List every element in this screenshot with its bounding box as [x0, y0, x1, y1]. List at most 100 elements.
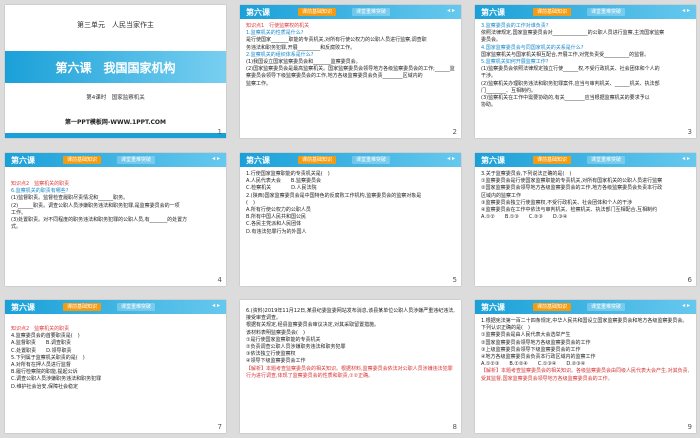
text-line: (3)处置职责。对不同程度的职务违法和职务犯罪的公职人员,有_______的处置…	[11, 217, 188, 224]
text-line: ④地方各级监察委员会负责本行政区域内的监察工作	[481, 354, 596, 361]
tab-in-class: 课堂重难突破	[352, 8, 391, 16]
tab-in-class: 课堂重难突破	[587, 8, 626, 16]
text-line: 区域内的监察工作	[481, 192, 522, 199]
text-line: (2)______职责。调查公职人员涉嫌职务违法和职务犯罪,是监察委员会的一项	[11, 202, 180, 209]
header-title: 第六课	[246, 156, 270, 165]
header-title: 第六课	[11, 303, 35, 312]
text-line: ②国家监察委员会领导地方各级监察委员会的工作	[481, 339, 591, 346]
slide-thumbnail-1[interactable]: 第三单元 人民当家作主 第六课 我国国家机构 第4课时 国家监察机关 第一PPT…	[5, 5, 226, 138]
nav-arrows-icon: ◂ ▸	[447, 7, 455, 14]
text-line: 察委员会领导下级监察委员会的工作,地方各级监察委员会负责________区域内的	[246, 73, 423, 80]
slide-thumbnail-4[interactable]: 第六课 课前基础知识 课堂重难突破 ◂ ▸ 知识点2 监察机关的职责 6.监察机…	[5, 153, 226, 286]
slide-number: 3	[687, 128, 692, 136]
tab-pre-class: 课前基础知识	[298, 8, 337, 16]
tab-pre-class: 课前基础知识	[533, 156, 572, 164]
slide-text: 3.关于监察委员会,下列说法正确的是( ) ①监察委员会是行使国家监察职能的专责…	[481, 171, 690, 221]
bottom-accent	[5, 133, 226, 138]
text-line: ( )	[246, 199, 255, 206]
text-line: 根据有关规定,经县监察委员会审议决定,对其采取留置措施。	[246, 322, 380, 329]
slide-number: 9	[687, 423, 692, 431]
text-line: A.①② B.①③ C.②③ D.③④	[481, 214, 568, 221]
slide-number: 4	[217, 276, 222, 284]
nav-arrows-icon: ◂ ▸	[212, 155, 220, 162]
slide-text: 3.监察委员会的工作对谁负责? 依照法律规定,国家监察委员会对_________…	[481, 23, 690, 109]
text-line: 式。	[11, 224, 22, 231]
slide-text: 1.根据宪法第一百二十四条规定,中华人民共和国设立国家监察委员会和地方各级监察委…	[481, 318, 690, 383]
tab-in-class: 课堂重难突破	[587, 303, 626, 311]
slide-thumbnail-3[interactable]: 第六课 课前基础知识 课堂重难突破 ◂ ▸ 3.监察委员会的工作对谁负责? 依照…	[475, 5, 696, 138]
lesson-subtitle: 第4课时 国家监察机关	[86, 95, 145, 101]
text-line: 5.下列属于监察机关职责的是( )	[11, 354, 85, 361]
slide-header: 第六课 课前基础知识 课堂重难突破 ◂ ▸	[240, 153, 461, 167]
slide-thumbnail-9[interactable]: 第六课 课前基础知识 课堂重难突破 ◂ ▸ 1.根据宪法第一百二十四条规定,中华…	[475, 300, 696, 433]
text-line: ①是行使国家监察职能的专责机关	[246, 336, 321, 343]
slide-number: 8	[452, 423, 457, 431]
header-title: 第六课	[481, 303, 505, 312]
text-line: ④领导下级监察委员会工作	[246, 358, 306, 365]
text-line: 依照法律规定,国家监察委员会对______________的公职人员进行监察,主…	[481, 30, 665, 37]
text-line: 是行使国家_______职能的专责机关,对所有行使公权力的公职人员进行监察,调查…	[246, 37, 427, 44]
lesson-title: 第六课 我国国家机构	[55, 61, 176, 75]
text-line: 委员会。	[481, 37, 502, 44]
text-line: (3)监察机关在工作中需要协助的,有关________应当根据监察机关的要求予以	[481, 95, 650, 102]
header-title: 第六课	[481, 8, 505, 17]
text-line: 1.根据宪法第一百二十四条规定,中华人民共和国设立国家监察委员会和地方各级监察委…	[481, 318, 688, 332]
slide-header: 第六课 课前基础知识 课堂重难突破 ◂ ▸	[475, 153, 696, 167]
text-line: C.调查公职人员涉嫌职务违法和职务犯罪	[11, 376, 102, 383]
slide-thumbnail-5[interactable]: 第六课 课前基础知识 课堂重难突破 ◂ ▸ 1.行使国家监察职能的专责机关是( …	[240, 153, 461, 286]
slide-text: 知识点2 监察机关的职责 6.监察机关的职责有哪些? (1)监督职责。监督检查履…	[11, 181, 220, 231]
unit-title: 第三单元 人民当家作主	[77, 21, 154, 29]
slide-thumbnail-7[interactable]: 第六课 课前基础知识 课堂重难突破 ◂ ▸ 知识点2 监察机关的职责 4.监察委…	[5, 300, 226, 433]
slide-number: 7	[217, 423, 222, 431]
analysis-line: 【解析】本题考查监察委员会的相关知识。各级监察委员会由同级人民代表大会产生,对其…	[481, 368, 690, 382]
text-line: 协助。	[481, 102, 497, 109]
site-credit: 第一PPT模板网-WWW.1PPT.COM	[65, 119, 166, 126]
tab-in-class: 课堂重难突破	[117, 303, 156, 311]
text-line: 务违法和职务犯罪,开展_________和反腐败工作。	[246, 44, 356, 51]
header-title: 第六课	[246, 8, 270, 17]
nav-arrows-icon: ◂ ▸	[212, 302, 220, 309]
text-line: ③上级监察委员会领导下级监察委员会的工作	[481, 346, 581, 353]
header-title: 第六课	[11, 156, 35, 165]
slide-header: 第六课 课前基础知识 课堂重难突破 ◂ ▸	[475, 5, 696, 19]
text-line: D.维护社会治安,保障社会稳定	[11, 383, 79, 390]
slide-text: 1.行使国家监察职能的专责机关是( ) A.人民代表大会 B.监察委员会 C.检…	[246, 171, 455, 236]
text-line: 2.(陕西)国家监察委员会是中国特色的反腐败工作机构,监察委员会的监察对象是	[246, 192, 422, 199]
slide-text: 知识点1 行使监察权的机关 1.监察机关的性质是什么? 是行使国家_______…	[246, 23, 455, 88]
tab-pre-class: 课前基础知识	[63, 303, 102, 311]
nav-arrows-icon: ◂ ▸	[682, 155, 690, 162]
text-line: (2)监察机关办理职务违法和职务犯罪案件,应当与审判机关、______机关、执法…	[481, 80, 660, 87]
text-line: (1)监察委员会依照法律规定独立行使______权,不受行政机关、社会团体和个人…	[481, 66, 660, 73]
text-line: 国家监察机关与国家机关相互配合,开展工作,对党负责受__________的监督。	[481, 51, 650, 58]
text-line: 工作。	[11, 209, 27, 216]
text-line: ③监察委员会独立行使监察权,不受行政机关、社会团体和个人的干涉	[481, 199, 633, 206]
title-band: 第六课 我国国家机构	[5, 51, 226, 83]
nav-arrows-icon: ◂ ▸	[682, 7, 690, 14]
tab-pre-class: 课前基础知识	[63, 156, 102, 164]
tab-in-class: 课堂重难突破	[117, 156, 156, 164]
text-line: 监察工作。	[246, 80, 272, 87]
question-line: 4.国家监察委员会与同国家机关的关系是什么?	[481, 44, 584, 51]
nav-arrows-icon: ◂ ▸	[447, 155, 455, 162]
slide-thumbnail-6[interactable]: 第六课 课前基础知识 课堂重难突破 ◂ ▸ 3.关于监察委员会,下列说法正确的是…	[475, 153, 696, 286]
tab-pre-class: 课前基础知识	[298, 156, 337, 164]
question-line: 2.监察机关的组织体系是什么?	[246, 51, 314, 58]
text-line: D.有违法犯罪行为的外国人	[246, 228, 307, 235]
tab-pre-class: 课前基础知识	[533, 303, 572, 311]
text-line: ①监察委员会是由人民代表大会选举产生	[481, 332, 571, 339]
text-line: 该材料表明监察委员会( )	[246, 329, 305, 336]
text-line: 6.(资料)2019年11月12日,某县纪委监委网站发布消息,该县某单位公职人员…	[246, 308, 455, 322]
text-line: C.检察机关 D.人民法院	[246, 185, 317, 192]
nav-arrows-icon: ◂ ▸	[682, 302, 690, 309]
slide-number: 2	[452, 128, 457, 136]
analysis-line: 【解析】本题考查监察委员会的相关知识。根据材料,监察委员会依法对公职人员涉嫌违法…	[246, 365, 453, 379]
slide-thumbnail-2[interactable]: 第六课 课前基础知识 课堂重难突破 ◂ ▸ 知识点1 行使监察权的机关 1.监察…	[240, 5, 461, 138]
slide-header: 第六课 课前基础知识 课堂重难突破 ◂ ▸	[475, 300, 696, 314]
slide-thumbnail-8[interactable]: 6.(资料)2019年11月12日,某县纪委监委网站发布消息,该县某单位公职人员…	[240, 300, 461, 433]
text-line: (1)监督职责。监督检查履职尽责情况和______职务。	[11, 195, 129, 202]
slide-text: 6.(资料)2019年11月12日,某县纪委监委网站发布消息,该县某单位公职人员…	[246, 308, 455, 380]
slide-text: 知识点2 监察机关的职责 4.监察委员会的首要职责是( ) A.监督职责 B.调…	[11, 326, 220, 391]
text-line: ④监察委员会在工作中依法与审判机关、检察机关、执法部门互相配合,互相制约	[481, 207, 658, 214]
tab-in-class: 课堂重难突破	[587, 156, 626, 164]
slide-number: 5	[452, 276, 457, 284]
